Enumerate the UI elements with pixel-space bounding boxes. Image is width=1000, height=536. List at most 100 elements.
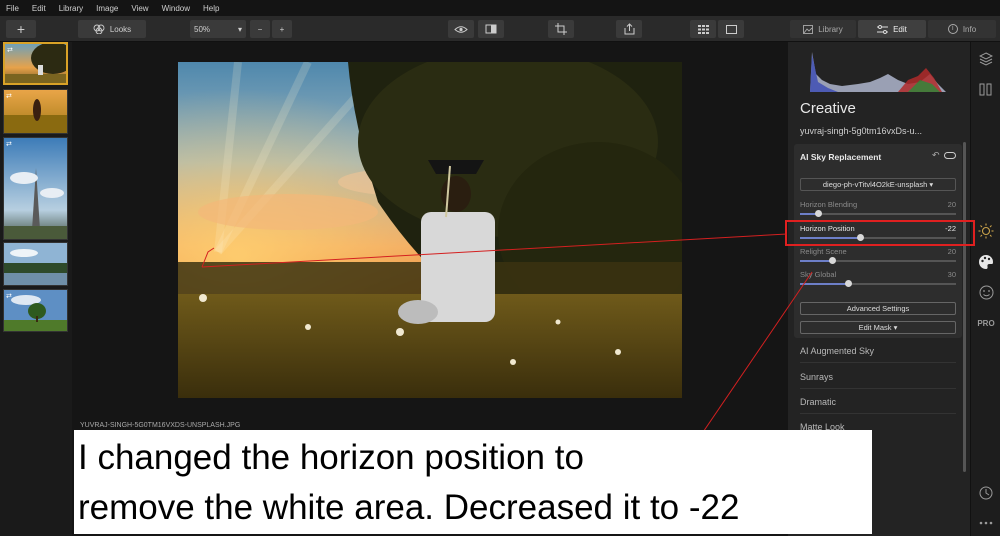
file-name: yuvraj-singh-5g0tm16vxDs-u... — [800, 126, 923, 136]
library-icon — [803, 24, 814, 34]
zoom-in-button[interactable]: + — [272, 20, 292, 38]
advanced-settings-button[interactable]: Advanced Settings — [800, 302, 956, 315]
sun-icon[interactable] — [977, 222, 995, 240]
sliders-icon — [877, 24, 889, 34]
divider — [800, 388, 956, 389]
chevron-down-icon: ▾ — [893, 323, 898, 332]
slider-handle[interactable] — [829, 257, 837, 264]
edited-badge: ⇄ — [6, 93, 12, 100]
slider-label: Horizon Blending — [800, 200, 858, 209]
slider-fill — [800, 260, 833, 262]
divider — [800, 413, 956, 414]
slider-value: 20 — [947, 200, 956, 209]
tab-library[interactable]: Library — [790, 20, 856, 38]
sky-select[interactable]: diego-ph-vTitvl4O2kE-unsplash ▾ — [800, 178, 956, 191]
menu-window[interactable]: Window — [162, 4, 190, 13]
add-button[interactable]: + — [6, 20, 36, 38]
menu-bar: File Edit Library Image View Window Help — [0, 0, 1000, 16]
thumbnail[interactable]: ⇄ — [3, 137, 68, 240]
more-icon[interactable] — [977, 514, 995, 532]
menu-image[interactable]: Image — [96, 4, 118, 13]
zoom-value: 50% — [194, 24, 211, 34]
photo-image — [178, 62, 682, 398]
edit-mask-button[interactable]: Edit Mask ▾ — [800, 321, 956, 334]
annotation-highlight-box — [785, 220, 975, 246]
zoom-out-button[interactable]: − — [250, 20, 270, 38]
menu-file[interactable]: File — [6, 4, 19, 13]
menu-view[interactable]: View — [131, 4, 148, 13]
info-icon: i — [947, 24, 958, 34]
thumbnail-image — [4, 90, 67, 133]
plus-icon: + — [279, 24, 285, 34]
looks-label: Looks — [109, 24, 132, 34]
zoom-select[interactable]: 50% ▾ — [190, 20, 246, 38]
plus-icon: + — [16, 21, 26, 37]
slider-label: Relight Scene — [800, 247, 847, 256]
thumbnail-image — [5, 44, 66, 83]
callout-line-1: I changed the horizon position to — [78, 438, 584, 477]
photo-filename: YUVRAJ-SINGH-5G0TM16VXDS-UNSPLASH.JPG — [80, 422, 241, 429]
slider-value: 30 — [947, 270, 956, 279]
thumbnail[interactable] — [3, 242, 68, 286]
main-photo[interactable] — [178, 62, 682, 398]
tab-info[interactable]: i Info — [928, 20, 996, 38]
palette-icon[interactable] — [977, 253, 995, 271]
slider-relight-scene[interactable]: Relight Scene 20 — [800, 247, 956, 267]
menu-edit[interactable]: Edit — [32, 4, 46, 13]
menu-help[interactable]: Help — [203, 4, 219, 13]
single-view-icon — [725, 24, 737, 34]
grid-view-button[interactable] — [690, 20, 716, 38]
filmstrip: ⇄ ⇄ ⇄ ⇄ — [0, 42, 72, 536]
thumbnail-image — [4, 138, 67, 239]
history-icon[interactable] — [977, 484, 995, 502]
edit-mask-label: Edit Mask — [858, 323, 892, 332]
slider-fill — [800, 283, 849, 285]
reset-icon[interactable]: ↶ — [932, 150, 940, 161]
tool-title: AI Sky Replacement — [800, 152, 882, 162]
slider-handle[interactable] — [844, 280, 852, 287]
chevron-down-icon: ▾ — [929, 180, 934, 189]
tab-library-label: Library — [818, 24, 843, 34]
looks-button[interactable]: Looks — [78, 20, 146, 38]
share-icon — [624, 23, 634, 35]
tool-category-bar: PRO — [970, 42, 1000, 536]
filter-ai-augmented-sky[interactable]: AI Augmented Sky — [800, 346, 874, 356]
slider-track[interactable] — [800, 213, 956, 215]
section-title: Creative — [800, 100, 856, 117]
menu-library[interactable]: Library — [59, 4, 83, 13]
panel-scrollbar[interactable] — [963, 142, 966, 472]
thumbnail[interactable]: ⇄ — [3, 89, 68, 134]
pro-tools-icon[interactable]: PRO — [977, 314, 995, 332]
thumbnail[interactable]: ⇄ — [3, 289, 68, 332]
thumbnail-image — [4, 243, 67, 285]
eye-icon — [454, 25, 468, 33]
single-view-button[interactable] — [718, 20, 744, 38]
slider-label: Sky Global — [800, 270, 837, 279]
minus-icon: − — [257, 24, 263, 34]
histogram — [810, 52, 946, 92]
looks-icon — [93, 24, 105, 34]
slider-sky-global[interactable]: Sky Global 30 — [800, 270, 956, 290]
compare-button[interactable] — [478, 20, 504, 38]
sky-select-value: diego-ph-vTitvl4O2kE-unsplash — [822, 180, 928, 189]
share-button[interactable] — [616, 20, 642, 38]
tab-edit[interactable]: Edit — [858, 20, 926, 38]
thumbnail[interactable]: ⇄ — [3, 42, 68, 85]
portrait-icon[interactable] — [977, 283, 995, 301]
layers-icon[interactable] — [977, 50, 995, 68]
filter-sunrays[interactable]: Sunrays — [800, 372, 833, 382]
slider-value: 20 — [947, 247, 956, 256]
filter-dramatic[interactable]: Dramatic — [800, 397, 836, 407]
crop-button[interactable] — [548, 20, 574, 38]
slider-horizon-blending[interactable]: Horizon Blending 20 — [800, 200, 956, 220]
edited-badge: ⇄ — [7, 47, 13, 54]
divider — [800, 362, 956, 363]
presets-icon[interactable] — [977, 80, 995, 98]
preview-button[interactable] — [448, 20, 474, 38]
slider-handle[interactable] — [815, 210, 823, 217]
visibility-toggle-icon[interactable] — [944, 152, 956, 159]
annotation-callout: I changed the horizon position to remove… — [74, 430, 872, 534]
crop-icon — [555, 23, 567, 35]
edited-badge: ⇄ — [6, 293, 12, 300]
toolbar: + Looks 50% ▾ − + Library Edit i Info — [0, 16, 1000, 42]
